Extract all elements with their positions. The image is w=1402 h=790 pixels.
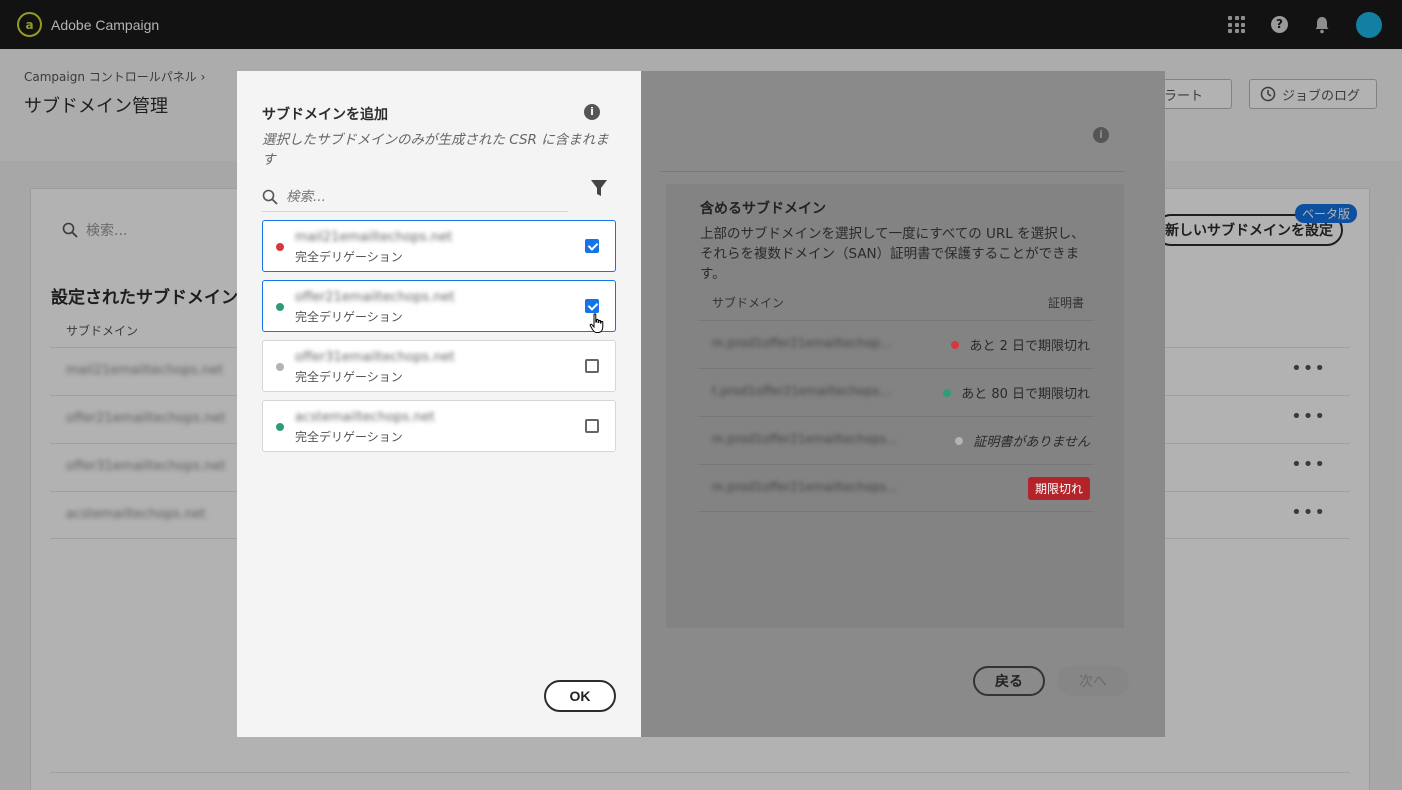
dialog: i 含めるサブドメイン 上部のサブドメインを選択して一度にすべての URL を選… (237, 71, 1165, 737)
option-checkbox[interactable] (585, 239, 599, 253)
search-input[interactable] (286, 188, 546, 205)
subdomain-option[interactable]: offer21emailtechops.net 完全デリゲーション (262, 280, 616, 332)
option-checkbox[interactable] (585, 419, 599, 433)
wizard-panel: i 含めるサブドメイン 上部のサブドメインを選択して一度にすべての URL を選… (641, 71, 1165, 737)
status-dot (955, 436, 964, 445)
status-text: 証明書がありません (973, 435, 1090, 450)
info-icon[interactable]: i (584, 104, 600, 120)
status-dot (951, 340, 960, 349)
cert-status: 期限切れ (1027, 477, 1090, 500)
search-icon (262, 189, 278, 205)
panel-title: サブドメインを追加 (262, 107, 388, 123)
option-name: offer21emailtechops.net (295, 290, 455, 305)
status-dot (276, 243, 284, 251)
status-text: あと 80 日で期限切れ (961, 387, 1090, 402)
option-name: acstemailtechops.net (295, 410, 435, 425)
table-row: t.prod1offer21emailtechops... あと 80 日で期限… (698, 368, 1094, 416)
hand-cursor-icon (589, 313, 604, 333)
option-type: 完全デリゲーション (295, 430, 403, 444)
ok-button[interactable]: OK (544, 680, 616, 712)
row-subdomain: m.prod1offer21emailtechop... (712, 336, 892, 350)
subdomain-option[interactable]: mail21emailtechops.net 完全デリゲーション (262, 220, 616, 272)
row-subdomain: m.prod1offer21emailtechops... (712, 480, 898, 494)
back-button[interactable]: 戻る (973, 666, 1045, 696)
include-title: 含めるサブドメイン (700, 201, 826, 217)
info-icon[interactable]: i (1093, 127, 1109, 143)
column-header-subdomain: サブドメイン (712, 296, 785, 310)
subdomain-option[interactable]: offer31emailtechops.net 完全デリゲーション (262, 340, 616, 392)
include-description: 上部のサブドメインを選択して一度にすべての URL を選択し、それらを複数ドメイ… (700, 226, 1085, 282)
filter-icon[interactable] (591, 179, 607, 197)
option-type: 完全デリゲーション (295, 250, 403, 264)
cert-status: あと 2 日で期限切れ (951, 335, 1090, 354)
status-dot (276, 423, 284, 431)
option-checkbox[interactable] (585, 359, 599, 373)
add-subdomain-panel: サブドメインを追加 i 選択したサブドメインのみが生成された CSR に含まれま… (237, 71, 641, 737)
status-dot (943, 388, 952, 397)
table-row: m.prod1offer21emailtechop... あと 2 日で期限切れ (698, 320, 1094, 368)
option-name: mail21emailtechops.net (295, 230, 453, 245)
cert-status: 証明書がありません (955, 431, 1090, 450)
option-type: 完全デリゲーション (295, 310, 403, 324)
column-header-certificate: 証明書 (1048, 296, 1085, 310)
divider (661, 171, 1125, 172)
status-dot (276, 303, 284, 311)
include-subdomains-panel: 含めるサブドメイン 上部のサブドメインを選択して一度にすべての URL を選択し… (666, 184, 1124, 628)
expired-badge: 期限切れ (1027, 477, 1090, 500)
table-row: m.prod1offer21emailtechops... 期限切れ (698, 464, 1094, 512)
option-type: 完全デリゲーション (295, 370, 403, 384)
option-checkbox[interactable] (585, 299, 599, 313)
subdomain-option[interactable]: acstemailtechops.net 完全デリゲーション (262, 400, 616, 452)
panel-description: 選択したサブドメインのみが生成された CSR に含まれます (262, 132, 609, 168)
cert-status: あと 80 日で期限切れ (943, 383, 1090, 402)
row-subdomain: t.prod1offer21emailtechops... (712, 384, 891, 398)
table-row: m.prod1offer21emailtechops... 証明書がありません (698, 416, 1094, 464)
next-button[interactable]: 次へ (1057, 666, 1129, 696)
option-name: offer31emailtechops.net (295, 350, 455, 365)
search-field (262, 182, 568, 212)
status-dot (276, 363, 284, 371)
status-text: あと 2 日で期限切れ (969, 339, 1090, 354)
row-subdomain: m.prod1offer21emailtechops... (712, 432, 898, 446)
